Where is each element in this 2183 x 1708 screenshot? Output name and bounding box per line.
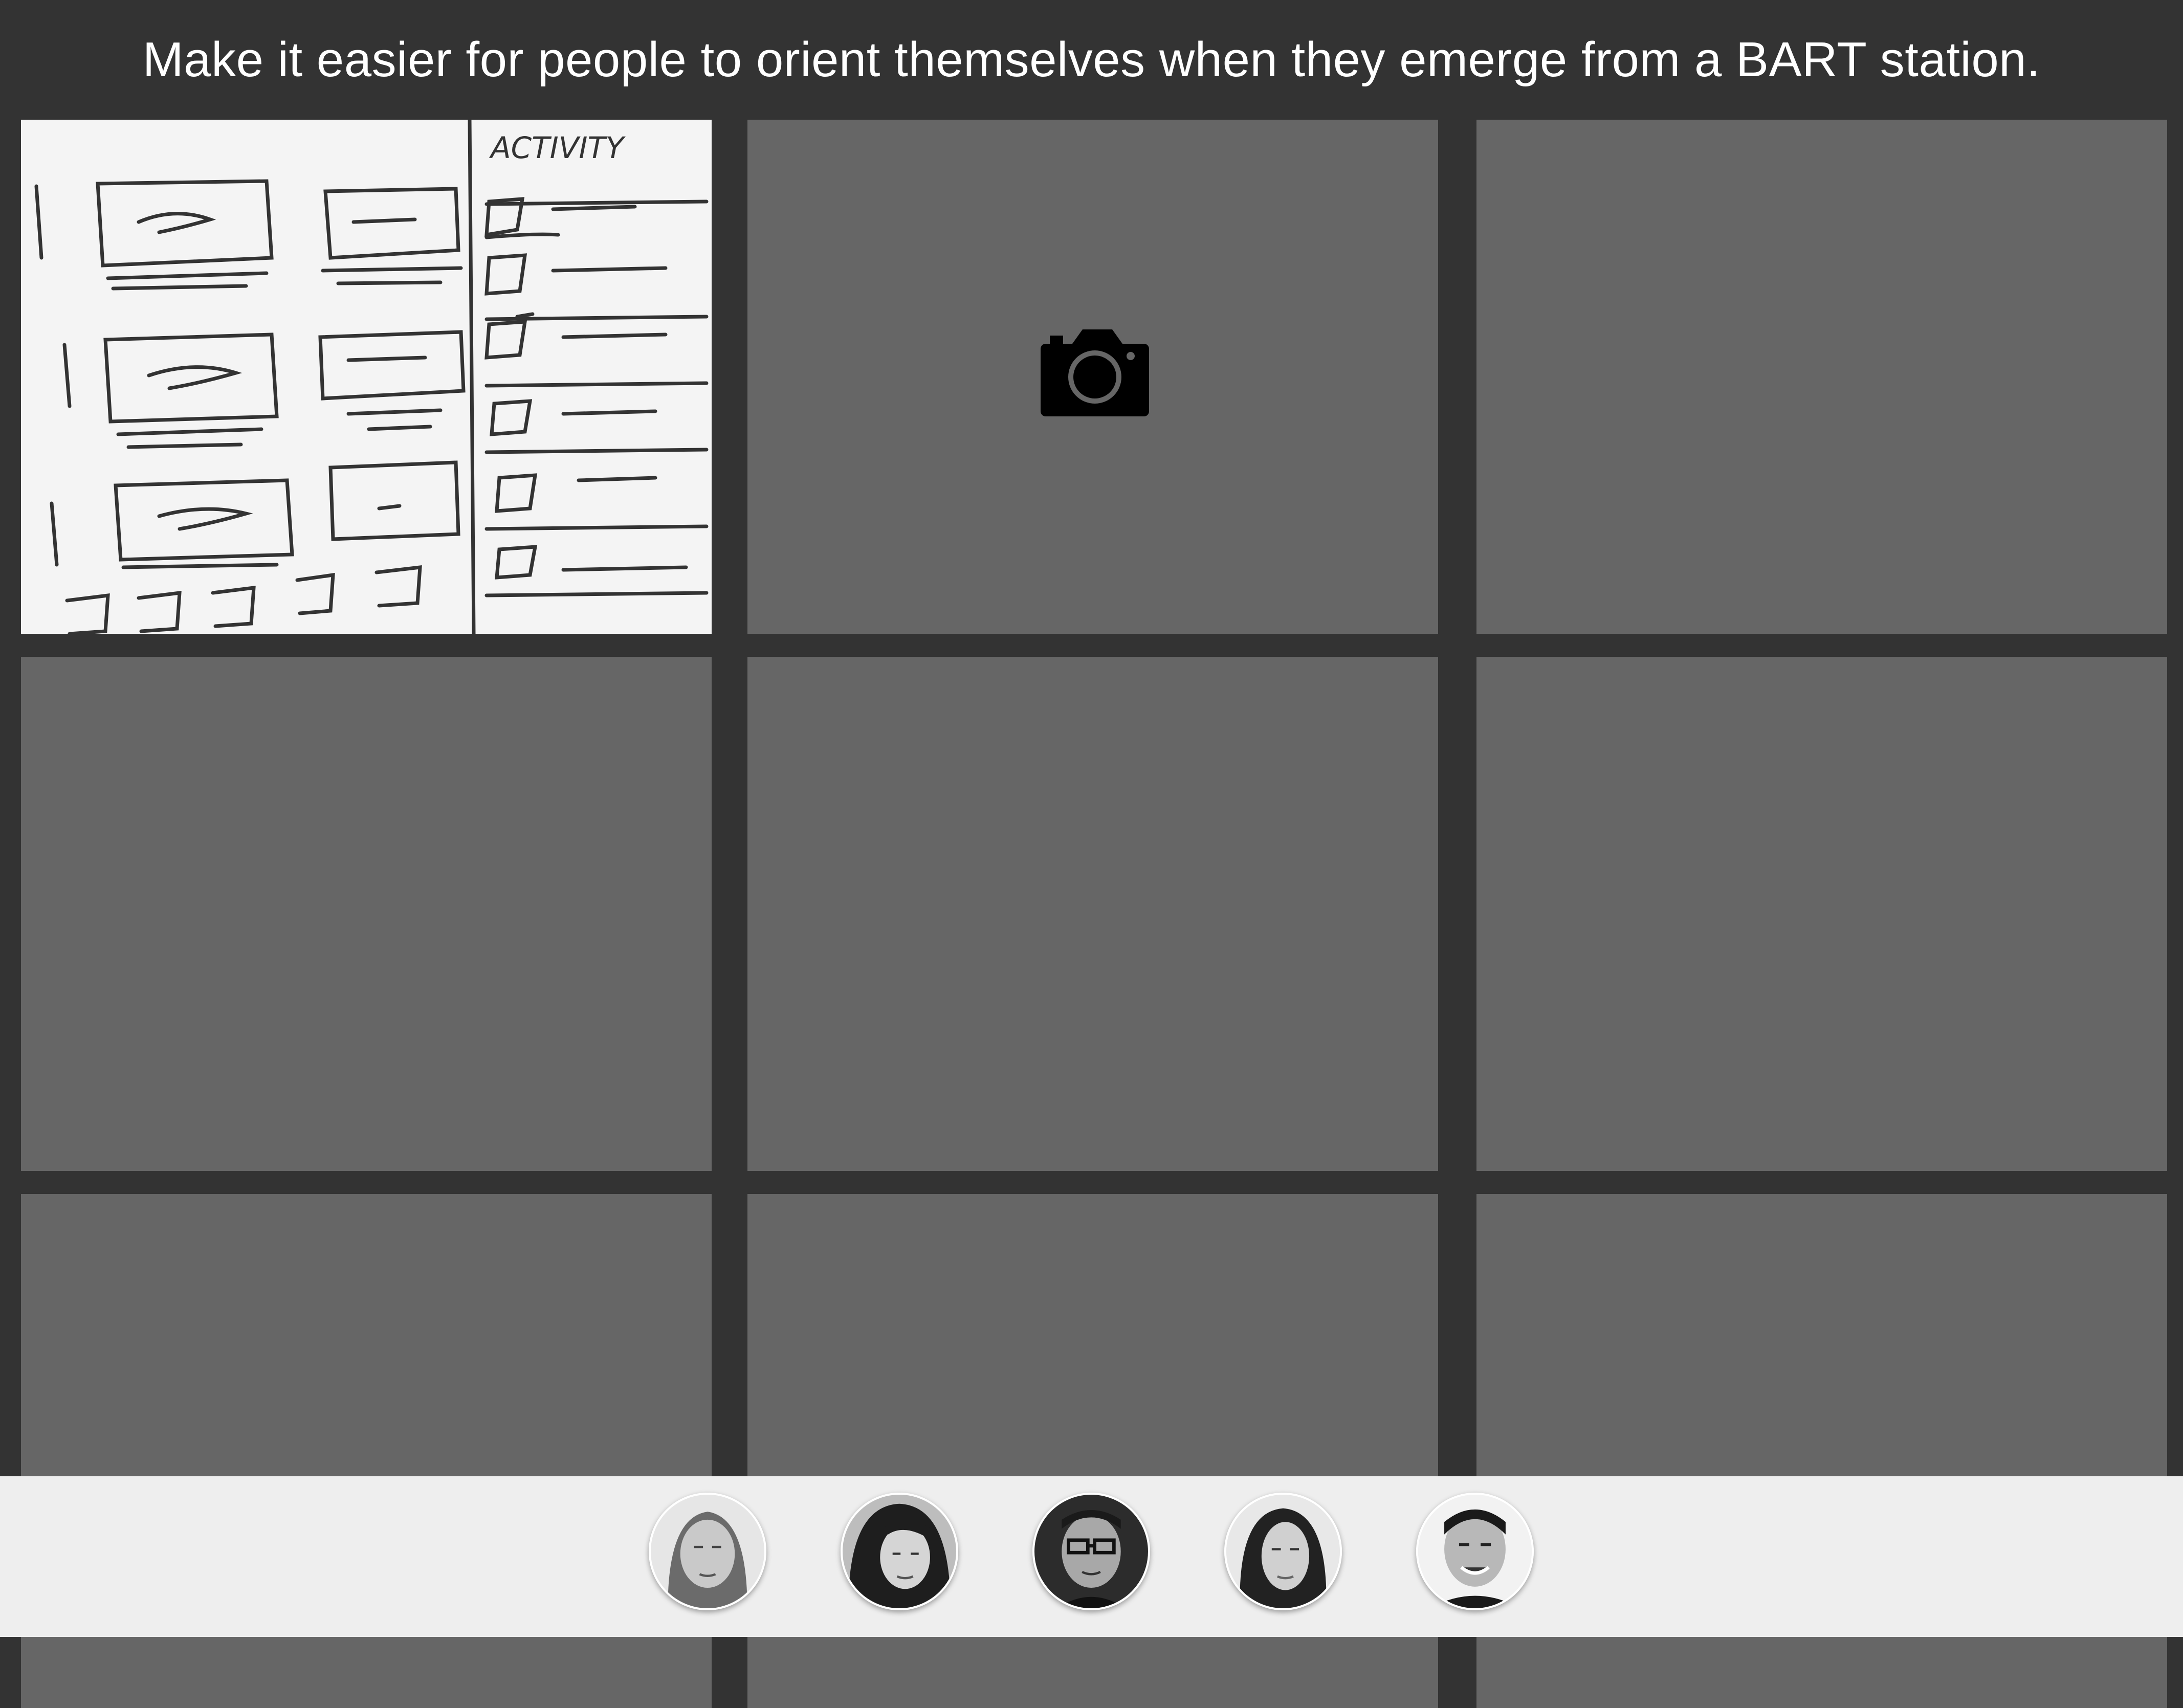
grid-tile-3[interactable]	[1476, 120, 2167, 634]
sketch-label: ACTIVITY	[489, 130, 626, 165]
sketch-image: ACTIVITY	[21, 120, 712, 634]
participant-avatar-1[interactable]	[649, 1493, 766, 1610]
avatar-4-image	[1226, 1495, 1340, 1608]
avatar-2-image	[843, 1495, 956, 1608]
avatar-5-image	[1418, 1495, 1532, 1608]
participant-avatar-2[interactable]	[841, 1493, 958, 1610]
prompt-header: Make it easier for people to orient them…	[0, 0, 2183, 120]
avatar-1-image	[651, 1495, 764, 1608]
avatar-3-image	[1034, 1495, 1148, 1608]
grid-tile-6[interactable]	[1476, 657, 2167, 1171]
grid-tile-4[interactable]	[21, 657, 712, 1171]
grid-tile-5[interactable]	[747, 657, 1438, 1171]
camera-icon[interactable]	[1041, 329, 1149, 416]
participant-avatar-5[interactable]	[1416, 1493, 1534, 1610]
add-photo-tile[interactable]	[747, 120, 1438, 634]
participant-avatar-4[interactable]	[1224, 1493, 1342, 1610]
grid-tile-1[interactable]: ACTIVITY	[21, 120, 712, 634]
participant-tray	[0, 1476, 2183, 1637]
participant-avatar-3[interactable]	[1032, 1493, 1150, 1610]
prompt-text: Make it easier for people to orient them…	[142, 32, 2041, 87]
